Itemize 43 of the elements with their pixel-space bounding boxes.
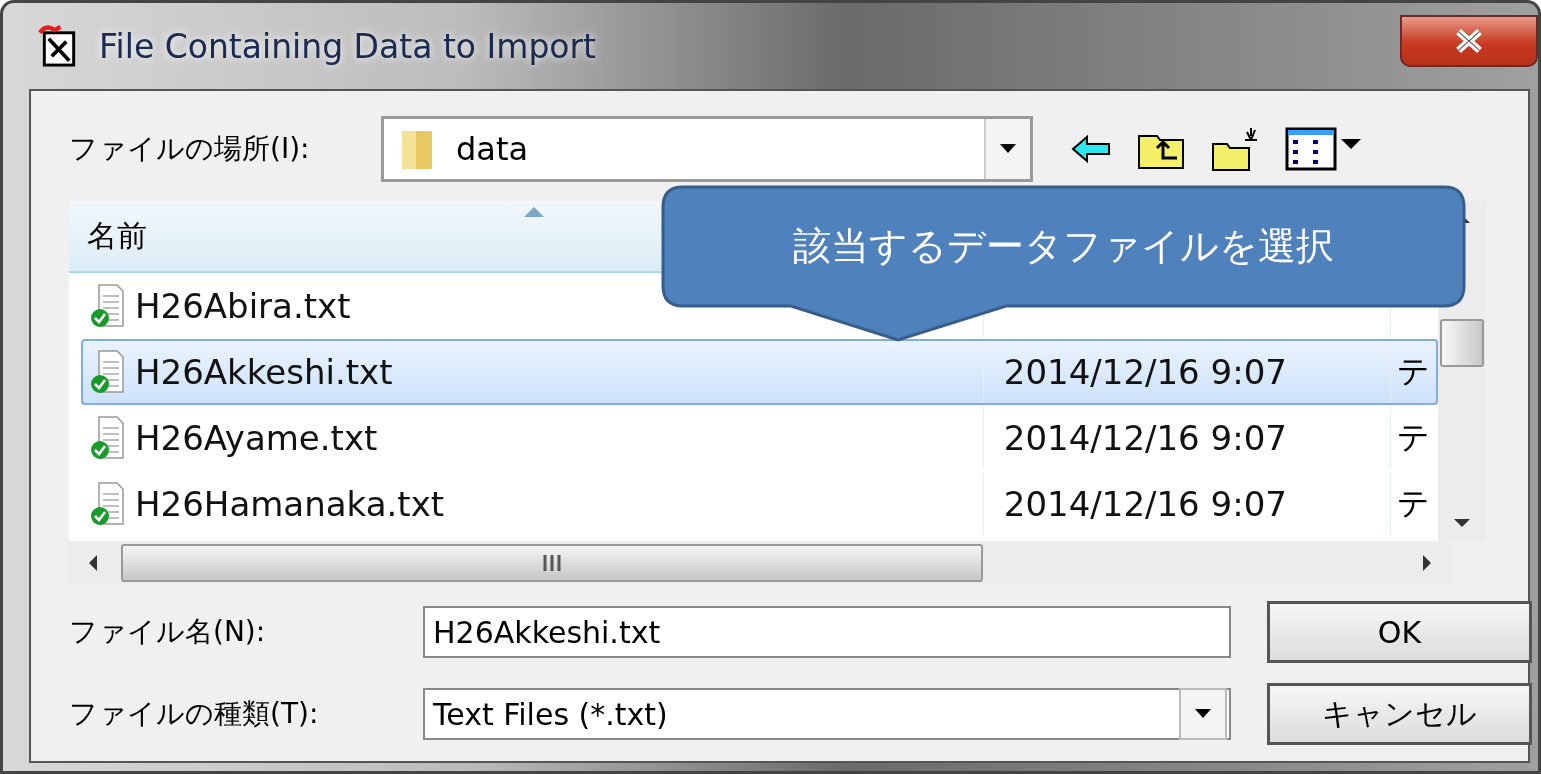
- text-file-icon: [91, 482, 125, 526]
- file-row[interactable]: H26Hamanaka.txt 2014/12/16 9:07 テ: [69, 471, 1439, 537]
- file-row[interactable]: H26Akkeshi.txt 2014/12/16 9:07 テ: [81, 339, 1439, 405]
- scroll-thumb[interactable]: [1440, 319, 1485, 367]
- ok-button[interactable]: OK: [1267, 601, 1532, 663]
- date-modified: 2014/12/16 9:07: [1003, 418, 1287, 458]
- file-name-label: ファイル名(N):: [69, 614, 267, 650]
- file-type-dropdown[interactable]: Text Files (*.txt): [423, 688, 1231, 740]
- window-title: File Containing Data to Import: [99, 26, 597, 66]
- dropdown-button[interactable]: [1179, 688, 1227, 740]
- file-name-field[interactable]: H26Akkeshi.txt: [423, 606, 1231, 658]
- horizontal-scrollbar[interactable]: [69, 541, 1451, 585]
- scroll-left-icon[interactable]: [89, 555, 97, 571]
- dropdown-button[interactable]: [984, 119, 1030, 179]
- caret-icon: [1194, 709, 1212, 719]
- scroll-down-icon[interactable]: [1454, 519, 1471, 527]
- text-file-icon: [91, 350, 125, 394]
- date-modified: 2014/12/16 9:07: [1003, 352, 1287, 392]
- view-menu-icon[interactable]: [1285, 127, 1361, 171]
- file-name: H26Abira.txt: [135, 286, 351, 326]
- date-modified: 2014/12/16 9:07: [1003, 484, 1287, 524]
- file-type: テ: [1396, 483, 1430, 524]
- file-name: H26Hamanaka.txt: [135, 484, 445, 524]
- scroll-right-icon[interactable]: [1423, 555, 1431, 571]
- grip-icon: [542, 555, 562, 571]
- caret-icon: [999, 144, 1017, 154]
- file-type-label: ファイルの種類(T):: [69, 696, 320, 732]
- file-type: テ: [1396, 351, 1430, 392]
- location-dropdown[interactable]: data: [381, 116, 1033, 182]
- file-name: H26Ayame.txt: [135, 418, 378, 458]
- file-type: テ: [1396, 417, 1430, 458]
- new-folder-icon[interactable]: [1211, 126, 1259, 172]
- file-name: H26Akkeshi.txt: [135, 352, 393, 392]
- callout-tooltip: 該当するデータファイルを選択: [661, 185, 1466, 343]
- close-button[interactable]: [1400, 15, 1538, 67]
- back-arrow-icon[interactable]: [1071, 133, 1111, 165]
- file-row[interactable]: H26Ayame.txt 2014/12/16 9:07 テ: [69, 405, 1439, 471]
- text-file-icon: [91, 416, 125, 460]
- scroll-thumb[interactable]: [121, 544, 983, 582]
- location-label: ファイルの場所(I):: [69, 131, 311, 167]
- cancel-button[interactable]: キャンセル: [1267, 683, 1532, 745]
- text-file-icon: [91, 284, 125, 328]
- sort-arrow-icon: [524, 207, 544, 217]
